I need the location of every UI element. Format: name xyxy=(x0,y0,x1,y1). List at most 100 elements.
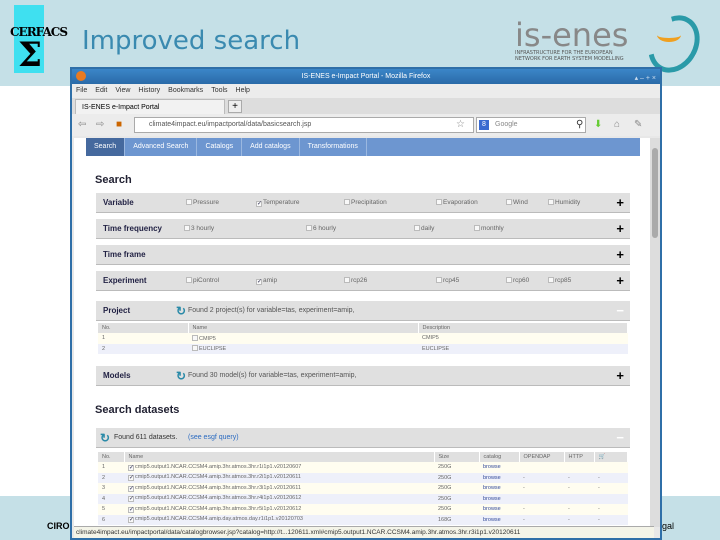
browse-link[interactable]: browse xyxy=(483,517,501,523)
checkbox[interactable] xyxy=(186,199,192,205)
facet-option[interactable]: ✓Temperature xyxy=(256,199,300,207)
checkbox[interactable] xyxy=(506,199,512,205)
facet-option[interactable]: daily xyxy=(414,225,434,232)
checkbox[interactable] xyxy=(436,199,442,205)
facet-option[interactable]: Evaporation xyxy=(436,199,478,206)
checkbox[interactable] xyxy=(184,225,190,231)
forward-icon[interactable]: ⇨ xyxy=(96,119,104,130)
checkbox[interactable] xyxy=(344,277,350,283)
column-header: Size xyxy=(434,452,480,462)
table-cell: browse xyxy=(479,472,519,483)
tab-add-catalogs[interactable]: Add catalogs xyxy=(242,138,300,156)
cell-text: - xyxy=(523,506,525,513)
checkbox[interactable] xyxy=(548,199,554,205)
expand-icon[interactable]: + xyxy=(616,368,624,383)
window-controls[interactable]: ▴ ‒ + × xyxy=(635,71,656,86)
checkbox[interactable]: ✓ xyxy=(256,201,262,207)
search-icon[interactable]: ⚲ xyxy=(576,119,583,130)
checkbox[interactable]: ✓ xyxy=(256,279,262,285)
menu-item-history[interactable]: History xyxy=(138,87,160,94)
row-checkbox[interactable] xyxy=(192,334,198,341)
browse-link[interactable]: browse xyxy=(483,475,501,481)
facet-option[interactable]: Pressure xyxy=(186,199,219,206)
browse-link[interactable]: browse xyxy=(483,485,501,491)
browser-tab[interactable]: IS-ENES e-Impact Portal xyxy=(75,99,225,114)
table-cell: 250G xyxy=(434,493,479,504)
facet-option[interactable]: piControl xyxy=(186,277,219,284)
checkbox[interactable] xyxy=(344,199,350,205)
expand-icon[interactable]: + xyxy=(616,195,624,210)
back-icon[interactable]: ⇦ xyxy=(78,119,86,130)
download-icon[interactable]: ⬇ xyxy=(594,119,602,130)
checkbox[interactable] xyxy=(474,225,480,231)
bookmark-icon[interactable]: ■ xyxy=(116,119,122,130)
checkbox[interactable] xyxy=(306,225,312,231)
row-checkbox[interactable]: ✓ xyxy=(128,464,134,471)
menu-item-help[interactable]: Help xyxy=(236,87,250,94)
checkbox[interactable] xyxy=(506,277,512,283)
facet-option[interactable]: rcp45 xyxy=(436,277,459,284)
table-cell: - xyxy=(564,504,594,515)
facet-option[interactable]: rcp60 xyxy=(506,277,529,284)
facet-option[interactable]: 3 hourly xyxy=(184,225,214,232)
browse-link[interactable]: browse xyxy=(483,496,501,502)
row-checkbox[interactable]: ✓ xyxy=(128,496,134,503)
checkbox[interactable] xyxy=(436,277,442,283)
facet-option[interactable]: rcp85 xyxy=(548,277,571,284)
tools-icon[interactable]: ✎ xyxy=(634,119,642,130)
scrollbar[interactable] xyxy=(650,138,660,527)
table-cell: browse xyxy=(479,514,519,525)
refresh-icon[interactable]: ↻ xyxy=(100,431,110,445)
table-cell: ✓cmip5.output1.NCAR.CCSM4.amip.3hr.atmos… xyxy=(124,483,434,494)
tab-search[interactable]: Search xyxy=(86,138,126,156)
expand-icon[interactable]: + xyxy=(616,221,624,236)
url-input[interactable]: climate4impact.eu/impactportal/data/basi… xyxy=(134,117,474,133)
menu-item-file[interactable]: File xyxy=(76,87,87,94)
expand-icon[interactable]: + xyxy=(616,247,624,262)
checkbox[interactable] xyxy=(414,225,420,231)
option-label: monthly xyxy=(481,225,504,232)
row-checkbox[interactable] xyxy=(192,345,198,352)
facet-option[interactable]: rcp26 xyxy=(344,277,367,284)
browse-link[interactable]: browse xyxy=(483,506,501,512)
collapse-icon[interactable]: − xyxy=(616,430,624,445)
checkbox[interactable] xyxy=(186,277,192,283)
facet-option[interactable]: Precipitation xyxy=(344,199,387,206)
facet-option[interactable]: Humidity xyxy=(548,199,580,206)
menu-item-bookmarks[interactable]: Bookmarks xyxy=(168,87,203,94)
cell-text: 6 xyxy=(102,516,106,523)
google-icon[interactable]: 8 xyxy=(479,120,489,130)
row-checkbox[interactable]: ✓ xyxy=(128,475,134,482)
star-icon[interactable]: ☆ xyxy=(456,119,465,130)
option-label: rcp85 xyxy=(555,277,572,284)
browse-link[interactable]: browse xyxy=(483,464,501,470)
collapse-icon[interactable]: − xyxy=(616,303,624,318)
facet-option[interactable]: Wind xyxy=(506,199,528,206)
facet-option[interactable]: monthly xyxy=(474,225,504,232)
table-cell: - xyxy=(594,483,628,494)
tab-transformations[interactable]: Transformations xyxy=(300,138,367,156)
row-checkbox[interactable]: ✓ xyxy=(128,485,134,492)
window-titlebar[interactable]: IS-ENES e-Impact Portal - Mozilla Firefo… xyxy=(72,69,660,84)
facet-option[interactable]: ✓amip xyxy=(256,277,277,285)
tab-catalogs[interactable]: Catalogs xyxy=(197,138,243,156)
menu-item-tools[interactable]: Tools xyxy=(211,87,227,94)
home-icon[interactable]: ⌂ xyxy=(614,119,620,130)
refresh-icon[interactable]: ↻ xyxy=(176,304,186,318)
scrollbar-thumb[interactable] xyxy=(652,148,658,238)
facet-option[interactable]: 6 hourly xyxy=(306,225,336,232)
refresh-icon[interactable]: ↻ xyxy=(176,369,186,383)
tab-advanced-search[interactable]: Advanced Search xyxy=(125,138,198,156)
menu-item-view[interactable]: View xyxy=(115,87,130,94)
row-checkbox[interactable]: ✓ xyxy=(128,506,134,513)
search-heading: Search xyxy=(95,174,132,186)
checkbox[interactable] xyxy=(548,277,554,283)
search-input[interactable]: Google xyxy=(476,117,586,133)
row-checkbox[interactable]: ✓ xyxy=(128,517,134,524)
menu-item-edit[interactable]: Edit xyxy=(95,87,107,94)
new-tab-button[interactable]: + xyxy=(228,100,242,113)
expand-icon[interactable]: + xyxy=(616,273,624,288)
table-cell: 5 xyxy=(98,504,124,515)
column-header: Name xyxy=(124,452,435,462)
esgf-query-link[interactable]: (see esgf query) xyxy=(188,434,239,441)
